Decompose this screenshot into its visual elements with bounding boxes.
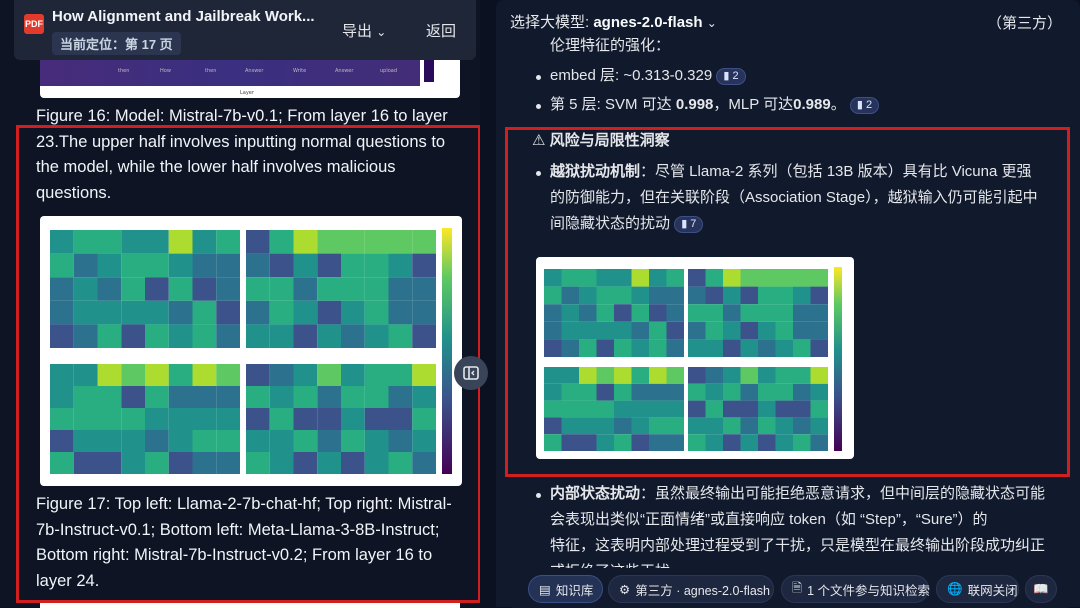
citation-badge[interactable]: ▮ 2 [849, 96, 880, 114]
model-name: agnes-2.0-flash [593, 14, 703, 31]
pdf-icon: PDF [24, 14, 44, 34]
internal-line2: 会表现出类似“正面情绪”或直接响应 token（如 “Step”，“Sure”）… [550, 511, 988, 528]
layer5-mlp: 0.989 [793, 96, 831, 113]
kb-label: 知识库 [555, 583, 594, 598]
chevron-down-icon: ⌄ [376, 25, 387, 39]
svg-text:Answer: Answer [335, 68, 354, 74]
book-icon: 📖 [1033, 581, 1049, 596]
document-title: How Alignment and Jailbreak Work... [52, 8, 315, 25]
svg-text:then: then [205, 68, 216, 74]
embed-text: embed 层: ~0.313-0.329 [550, 67, 713, 84]
svg-text:How: How [160, 68, 171, 74]
bullet-dot [536, 75, 541, 80]
panel-divider[interactable] [480, 0, 496, 607]
globe-icon: 🌐 [947, 581, 963, 596]
export-label: 导出 [342, 23, 373, 40]
layer5-svm: 0.998 [675, 96, 714, 113]
citation-badge[interactable]: ▮ 2 [716, 67, 746, 85]
file-retrieval-button[interactable]: 🗎 1 个文件参与知识检索 [781, 575, 930, 603]
web-search-label: 联网关闭 [967, 583, 1018, 598]
model-settings-button[interactable]: ⚙ 第三方 · agnes-2.0-flash [608, 575, 774, 603]
collapse-panel-button[interactable] [454, 356, 488, 390]
highlight-box-left [16, 125, 481, 603]
internal-title: 内部状态扰动 [550, 485, 641, 502]
model-selector[interactable]: 选择大模型: agnes-2.0-flash ⌄ [510, 11, 717, 32]
document-panel: then How then Answer Write Answer upload Layer… [0, 0, 481, 608]
layer5-item: 第 5 层: SVM 可达 0.998，MLP 可达0.989。 ▮ 2 [550, 92, 880, 118]
citation-number: 2 [866, 98, 873, 111]
export-button[interactable]: 导出 ⌄ [342, 20, 386, 41]
citation-number: 2 [732, 69, 739, 82]
back-button[interactable]: 返回 [426, 20, 456, 41]
database-icon: ▤ [539, 582, 551, 597]
web-search-toggle[interactable]: 🌐 联网关闭 [936, 575, 1019, 603]
chevron-down-icon: ⌄ [706, 16, 717, 30]
model-selector-label: 选择大模型: [510, 14, 594, 31]
third-party-label: （第三方） [986, 15, 1062, 32]
model-settings-label: 第三方 · agnes-2.0-flash [635, 583, 770, 598]
reader-button[interactable]: 📖 [1025, 575, 1057, 603]
layer5-mid: ，MLP 可达 [713, 96, 794, 113]
svg-text:Write: Write [293, 68, 306, 74]
knowledge-base-button[interactable]: ▤ 知识库 [528, 575, 603, 603]
sidebar-collapse-icon [463, 366, 479, 380]
svg-text:then: then [118, 68, 129, 74]
layer5-pre: 第 5 层: SVM 可达 [550, 96, 676, 113]
internal-line1: ：虽然最终输出可能拒绝恶意请求，但中间层的隐藏状态可能 [640, 485, 1046, 502]
file-icon: 🗎 [792, 580, 803, 595]
svg-text:upload: upload [380, 68, 397, 74]
file-retrieval-label: 1 个文件参与知识检索 [807, 583, 930, 598]
document-toolbar: PDF How Alignment and Jailbreak Work... … [14, 0, 476, 60]
svg-text:Layer: Layer [240, 90, 255, 96]
bullet-dot [536, 104, 541, 109]
bullet-dot [536, 493, 541, 498]
internal-line3: 特征，这表明内部处理过程受到了干扰，只是模型在最终输出阶段成功纠正 [550, 537, 1046, 554]
highlight-box-right [505, 127, 1070, 477]
figure-16-image: then How then Answer Write Answer upload Layer [40, 60, 460, 98]
ethics-line: 伦理特征的强化： [550, 37, 671, 54]
embed-item: embed 层: ~0.313-0.329 ▮ 2 [550, 63, 746, 89]
settings-icon: ⚙ [619, 582, 631, 597]
layer5-post: 。 [830, 96, 846, 113]
svg-text:Answer: Answer [245, 68, 264, 74]
current-location-badge: 当前定位：第 17 页 [52, 32, 181, 55]
